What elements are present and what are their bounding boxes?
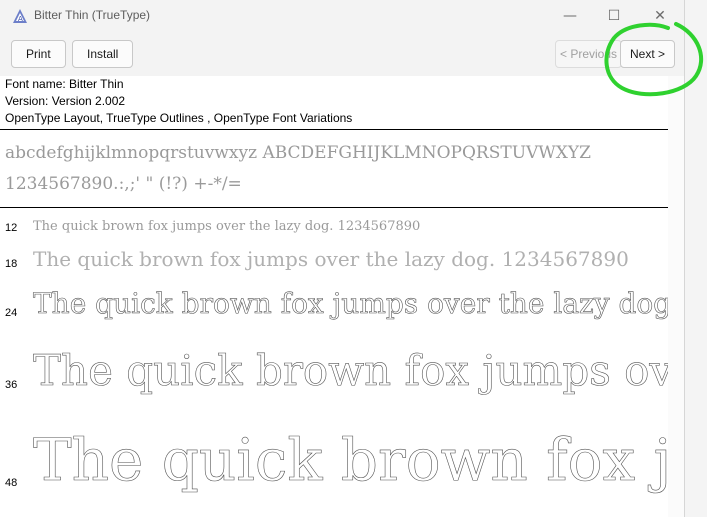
- print-button[interactable]: Print: [11, 40, 66, 68]
- features-line: OpenType Layout, TrueType Outlines , Ope…: [5, 111, 353, 125]
- font-app-icon: A: [13, 9, 27, 23]
- minimize-icon: —: [563, 8, 577, 24]
- font-name-line: Font name: Bitter Thin: [5, 77, 124, 91]
- toolbar: Print Install < Previous Next >: [0, 34, 684, 76]
- size-label: 36: [5, 379, 18, 391]
- sample-text: The quick brown fox jumps over the lazy …: [33, 346, 668, 396]
- maximize-button[interactable]: ☐: [592, 0, 636, 32]
- maximize-icon: ☐: [607, 8, 621, 24]
- sample-text: The quick brown fox jumps over the lazy …: [33, 247, 629, 271]
- screenshot-frame: A Bitter Thin (TrueType) — ☐ ✕ Print Ins…: [0, 0, 707, 517]
- size-label: 18: [5, 258, 18, 270]
- title-bar: A Bitter Thin (TrueType) — ☐ ✕: [0, 0, 684, 34]
- version-line: Version: Version 2.002: [5, 94, 126, 108]
- size-label: 48: [5, 477, 18, 489]
- next-button[interactable]: Next >: [620, 40, 676, 68]
- size-label: 24: [5, 307, 18, 319]
- divider: [0, 207, 668, 208]
- window-title: Bitter Thin (TrueType): [34, 8, 151, 22]
- svg-text:A: A: [18, 15, 23, 23]
- font-viewer-window: A Bitter Thin (TrueType) — ☐ ✕ Print Ins…: [0, 0, 685, 517]
- size-label: 12: [5, 222, 18, 234]
- previous-button[interactable]: < Previous: [555, 40, 623, 68]
- close-button[interactable]: ✕: [638, 0, 682, 32]
- sample-text: The quick brown fox jumps over the lazy …: [33, 219, 421, 234]
- divider: [0, 129, 668, 130]
- charset-digits: 1234567890.:,;' " (!?) +-*/=: [5, 174, 242, 194]
- install-button[interactable]: Install: [72, 40, 134, 68]
- close-icon: ✕: [654, 8, 666, 24]
- sample-text: The quick brown fox jumps over the lazy …: [33, 426, 668, 495]
- minimize-button[interactable]: —: [548, 0, 592, 32]
- vertical-scrollbar[interactable]: [668, 76, 684, 517]
- font-preview-area: Font name: Bitter Thin Version: Version …: [0, 76, 668, 517]
- sample-text: The quick brown fox jumps over the lazy …: [33, 287, 668, 321]
- charset-letters: abcdefghijklmnopqrstuvwxyz ABCDEFGHIJKLM…: [5, 143, 591, 163]
